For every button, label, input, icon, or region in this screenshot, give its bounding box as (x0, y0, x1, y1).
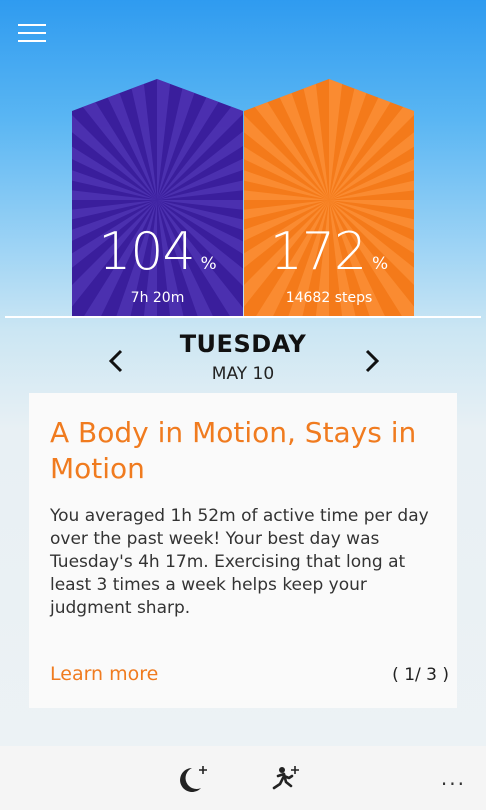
insight-card: A Body in Motion, Stays in Motion You av… (29, 393, 457, 708)
steps-percent-symbol: % (372, 254, 389, 274)
insight-body: You averaged 1h 52m of active time per d… (50, 506, 429, 618)
more-options-icon[interactable]: ... (441, 766, 466, 790)
steps-percent: 172 (269, 222, 367, 282)
day-label: TUESDAY (179, 330, 307, 358)
insight-title: A Body in Motion, Stays in Motion (50, 416, 417, 485)
add-sleep-icon[interactable] (174, 762, 210, 796)
sleep-summary: 104 % 7h 20m (72, 226, 243, 306)
add-activity-icon[interactable] (266, 762, 302, 796)
steps-count: 14682 steps (285, 290, 373, 306)
date-navigator: TUESDAY MAY 10 (0, 330, 486, 390)
learn-more-link[interactable]: Learn more (50, 663, 158, 685)
sleep-percent: 104 (98, 222, 195, 282)
steps-summary: 172 % 14682 steps (244, 226, 414, 306)
app-bar: ... (0, 746, 486, 810)
sleep-percent-symbol: % (200, 254, 217, 274)
date-label: MAY 10 (211, 364, 275, 384)
insight-pager: ( 1/ 3 ) (392, 665, 449, 685)
divider (5, 316, 481, 318)
sleep-duration: 7h 20m (130, 290, 185, 306)
chevron-right-icon[interactable] (360, 348, 382, 374)
